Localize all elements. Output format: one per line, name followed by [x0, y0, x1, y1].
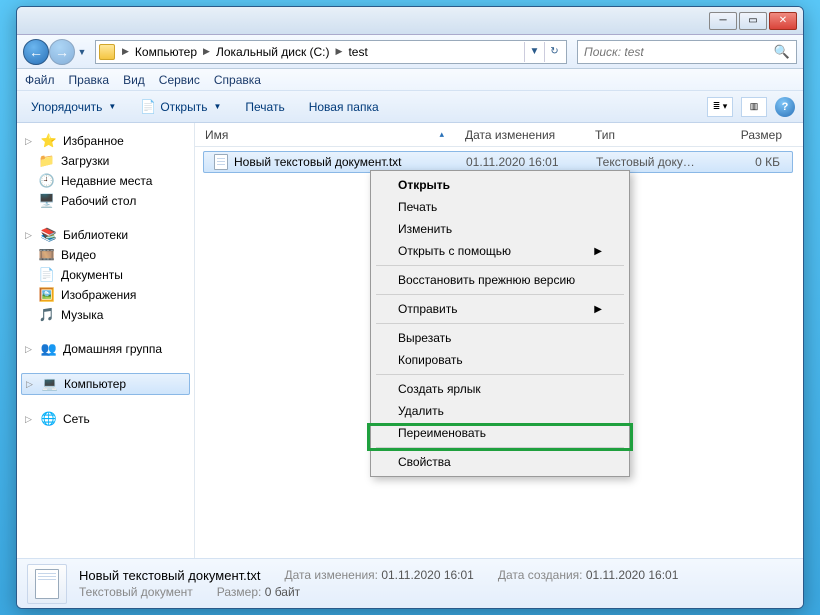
sidebar-music[interactable]: 🎵Музыка: [21, 305, 190, 325]
homegroup-icon: 👥: [41, 341, 57, 357]
breadcrumb-folder[interactable]: test: [344, 45, 371, 59]
recent-icon: 🕘: [39, 173, 55, 189]
forward-button[interactable]: →: [49, 39, 75, 65]
chevron-right-icon[interactable]: ▶: [201, 46, 212, 57]
status-filetype: Текстовый документ: [79, 585, 193, 599]
sidebar-homegroup[interactable]: ▷👥Домашняя группа: [21, 339, 190, 359]
pictures-icon: 🖼️: [39, 287, 55, 303]
organize-button[interactable]: Упорядочить▼: [25, 97, 122, 117]
folder-icon: [98, 43, 116, 61]
print-button[interactable]: Печать: [239, 97, 290, 117]
desktop-icon: 🖥️: [39, 193, 55, 209]
sidebar-pictures[interactable]: 🖼️Изображения: [21, 285, 190, 305]
toolbar: Упорядочить▼ 📄Открыть▼ Печать Новая папк…: [17, 91, 803, 123]
sidebar-computer[interactable]: ▷💻Компьютер: [21, 373, 190, 395]
view-options-button[interactable]: ≣ ▾: [707, 97, 733, 117]
ctx-rename[interactable]: Переименовать: [374, 422, 626, 444]
column-headers: Имя▴ Дата изменения Тип Размер: [195, 123, 803, 147]
titlebar: ─ ▭ ✕: [17, 7, 803, 35]
ctx-cut[interactable]: Вырезать: [374, 327, 626, 349]
sidebar-video[interactable]: 🎞️Видео: [21, 245, 190, 265]
column-type[interactable]: Тип: [585, 128, 705, 142]
document-icon: 📄: [39, 267, 55, 283]
status-created: 01.11.2020 16:01: [586, 568, 679, 582]
file-large-icon: [27, 564, 67, 604]
separator: [376, 265, 624, 266]
menu-file[interactable]: Файл: [25, 73, 55, 87]
network-icon: 🌐: [41, 411, 57, 427]
sidebar-desktop[interactable]: 🖥️Рабочий стол: [21, 191, 190, 211]
sort-asc-icon: ▴: [439, 129, 444, 140]
text-file-icon: [214, 154, 228, 170]
file-icon: 📄: [140, 99, 156, 115]
column-size[interactable]: Размер: [705, 128, 803, 142]
help-button[interactable]: ?: [775, 97, 795, 117]
sidebar-libraries[interactable]: ▷📚Библиотеки: [21, 225, 190, 245]
video-icon: 🎞️: [39, 247, 55, 263]
column-date[interactable]: Дата изменения: [455, 128, 585, 142]
menu-edit[interactable]: Правка: [69, 73, 110, 87]
sidebar-recent[interactable]: 🕘Недавние места: [21, 171, 190, 191]
maximize-button[interactable]: ▭: [739, 12, 767, 30]
menu-tools[interactable]: Сервис: [159, 73, 200, 87]
chevron-right-icon: ▶: [594, 246, 602, 257]
folder-icon: 📁: [39, 153, 55, 169]
sidebar-documents[interactable]: 📄Документы: [21, 265, 190, 285]
libraries-icon: 📚: [41, 227, 57, 243]
search-input[interactable]: [584, 45, 774, 59]
sidebar-favorites[interactable]: ▷⭐Избранное: [21, 131, 190, 151]
ctx-delete[interactable]: Удалить: [374, 400, 626, 422]
status-modified: 01.11.2020 16:01: [381, 568, 474, 582]
file-date: 01.11.2020 16:01: [456, 155, 586, 169]
ctx-properties[interactable]: Свойства: [374, 451, 626, 473]
separator: [376, 447, 624, 448]
file-type: Текстовый докум...: [586, 155, 706, 169]
file-size: 0 КБ: [706, 155, 792, 169]
close-button[interactable]: ✕: [769, 12, 797, 30]
minimize-button[interactable]: ─: [709, 12, 737, 30]
computer-icon: 💻: [42, 376, 58, 392]
breadcrumb-drive[interactable]: Локальный диск (C:): [212, 45, 334, 59]
navigation-pane: ▷⭐Избранное 📁Загрузки 🕘Недавние места 🖥️…: [17, 123, 195, 558]
ctx-print[interactable]: Печать: [374, 196, 626, 218]
status-size: 0 байт: [265, 585, 300, 599]
ctx-create-shortcut[interactable]: Создать ярлык: [374, 378, 626, 400]
address-bar[interactable]: ▶ Компьютер ▶ Локальный диск (C:) ▶ test…: [95, 40, 567, 64]
menu-view[interactable]: Вид: [123, 73, 145, 87]
music-icon: 🎵: [39, 307, 55, 323]
ctx-copy[interactable]: Копировать: [374, 349, 626, 371]
menu-help[interactable]: Справка: [214, 73, 261, 87]
refresh-button[interactable]: ↻: [544, 42, 564, 62]
open-button[interactable]: 📄Открыть▼: [134, 96, 227, 118]
separator: [376, 294, 624, 295]
ctx-open-with[interactable]: Открыть с помощью▶: [374, 240, 626, 262]
new-folder-button[interactable]: Новая папка: [303, 97, 385, 117]
chevron-right-icon[interactable]: ▶: [120, 46, 131, 57]
preview-pane-button[interactable]: ▥: [741, 97, 767, 117]
ctx-edit[interactable]: Изменить: [374, 218, 626, 240]
sidebar-downloads[interactable]: 📁Загрузки: [21, 151, 190, 171]
search-icon[interactable]: 🔍: [774, 44, 790, 60]
ctx-restore-version[interactable]: Восстановить прежнюю версию: [374, 269, 626, 291]
star-icon: ⭐: [41, 133, 57, 149]
column-name[interactable]: Имя▴: [195, 128, 455, 142]
separator: [376, 323, 624, 324]
chevron-right-icon: ▶: [594, 304, 602, 315]
breadcrumb-computer[interactable]: Компьютер: [131, 45, 201, 59]
menu-bar: Файл Правка Вид Сервис Справка: [17, 69, 803, 91]
chevron-right-icon[interactable]: ▶: [334, 46, 345, 57]
status-filename: Новый текстовый документ.txt: [79, 568, 260, 583]
sidebar-network[interactable]: ▷🌐Сеть: [21, 409, 190, 429]
details-pane: Новый текстовый документ.txt Дата измене…: [17, 558, 803, 608]
context-menu: Открыть Печать Изменить Открыть с помощь…: [370, 170, 630, 477]
back-button[interactable]: ←: [23, 39, 49, 65]
search-box[interactable]: 🔍: [577, 40, 797, 64]
address-dropdown[interactable]: ▼: [524, 42, 544, 62]
ctx-send-to[interactable]: Отправить▶: [374, 298, 626, 320]
separator: [376, 374, 624, 375]
ctx-open[interactable]: Открыть: [374, 174, 626, 196]
navigation-bar: ← → ▼ ▶ Компьютер ▶ Локальный диск (C:) …: [17, 35, 803, 69]
history-dropdown[interactable]: ▼: [75, 39, 89, 65]
file-name: Новый текстовый документ.txt: [234, 155, 402, 169]
